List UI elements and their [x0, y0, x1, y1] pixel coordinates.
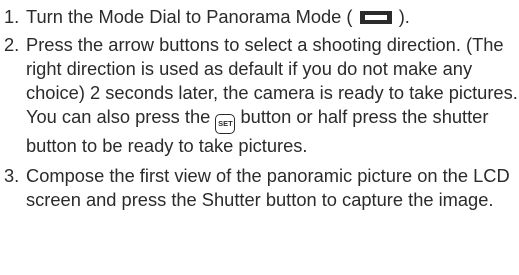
step-text: Compose the first view of the panoramic … — [26, 165, 510, 210]
step-number: 2. — [4, 34, 20, 55]
panorama-mode-icon — [359, 11, 392, 24]
step-2: 2. Press the arrow buttons to select a s… — [4, 33, 519, 158]
step-text: Turn the Mode Dial to Panorama Mode ( ). — [26, 5, 518, 29]
step-text-part: Turn the Mode Dial to Panorama Mode ( — [26, 6, 353, 27]
step-text-part: ). — [398, 6, 410, 27]
set-button-icon: SET — [215, 114, 236, 134]
instruction-page: 1. Turn the Mode Dial to Panorama Mode (… — [0, 0, 519, 275]
step-text: Press the arrow buttons to select a shoo… — [26, 33, 518, 158]
step-1: 1. Turn the Mode Dial to Panorama Mode (… — [4, 5, 519, 29]
step-3: 3. Compose the first view of the panoram… — [4, 164, 519, 212]
step-number: 1. — [4, 6, 20, 27]
step-number: 3. — [4, 165, 20, 186]
steps-list: 1. Turn the Mode Dial to Panorama Mode (… — [4, 5, 519, 212]
